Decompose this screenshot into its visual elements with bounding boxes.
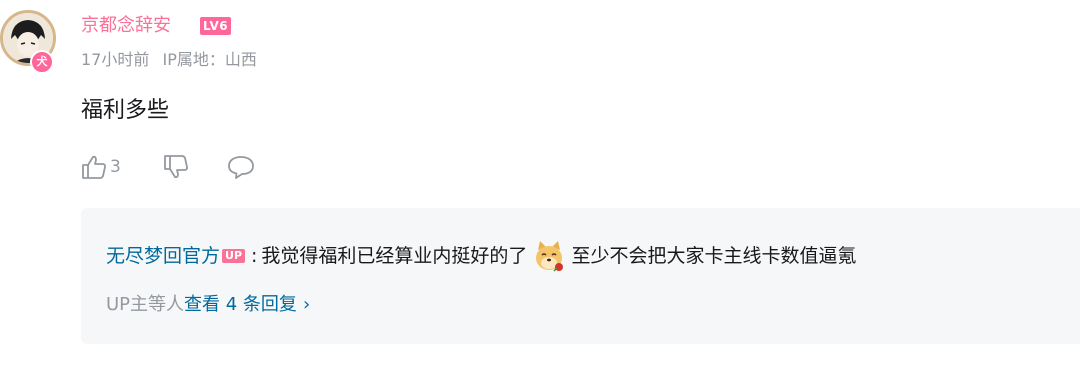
comment-text: 福利多些 (81, 98, 170, 123)
thumbs-down-icon (164, 155, 188, 179)
sub-reply-text-before: 我觉得福利已经算业内挺好的了 (261, 245, 528, 267)
sub-reply: 无尽梦回官方 UP : 我觉得福利已经算业内挺好的了 至少不会把大家卡主线卡数值… (106, 238, 856, 274)
more-replies: UP主等人查看 4 条回复 › (106, 292, 310, 318)
sub-reply-username[interactable]: 无尽梦回官方 (106, 238, 220, 274)
up-badge: UP (222, 249, 246, 263)
reply-button[interactable] (226, 152, 256, 182)
sub-reply-text-after: 至少不会把大家卡主线卡数值逼氪 (571, 245, 857, 267)
reply-preview-panel: 无尽梦回官方 UP : 我觉得福利已经算业内挺好的了 至少不会把大家卡主线卡数值… (81, 208, 1080, 344)
chevron-right-icon[interactable]: › (303, 294, 310, 315)
ip-location: IP属地：山西 (162, 50, 257, 69)
dislike-button[interactable] (162, 152, 190, 182)
like-count: 3 (110, 157, 121, 177)
comment-username[interactable]: 京都念辞安 (81, 14, 171, 38)
comment-bubble-icon (228, 156, 254, 179)
thumbs-up-icon (82, 155, 106, 179)
doge-rose-emoji (531, 238, 567, 274)
cat-badge-icon: 犬 (30, 50, 54, 74)
comment-time: 17小时前 (81, 50, 150, 69)
sub-reply-separator: : (251, 245, 258, 267)
more-replies-prefix: UP主等人 (106, 294, 185, 315)
like-button[interactable]: 3 (80, 152, 121, 182)
comment-meta: 17小时前 IP属地：山西 (81, 49, 257, 71)
level-badge: LV6 (200, 17, 232, 35)
view-more-replies-link[interactable]: 查看 4 条回复 (184, 294, 297, 315)
